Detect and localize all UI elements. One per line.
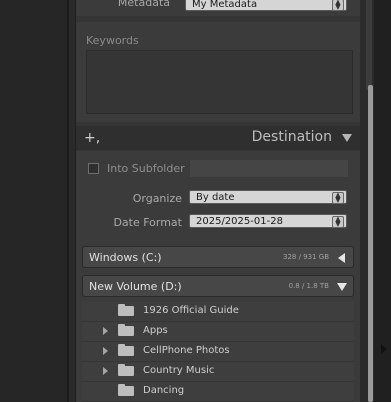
subfolder-name-input[interactable] (189, 159, 349, 178)
folder-row[interactable]: Apps (82, 321, 354, 342)
folder-tree: 1926 Official Guide Apps CellPhone Photo… (82, 301, 354, 402)
folder-name: Dancing (143, 385, 185, 396)
select-arrows-icon: ▲ ▼ (332, 192, 344, 204)
gutter-edge (67, 0, 69, 402)
collapse-triangle-icon[interactable] (337, 283, 347, 291)
right-panel-gutter (371, 0, 391, 402)
panel-collapse-arrow-icon[interactable] (381, 344, 387, 354)
volume-size: 0.8 / 1.8 TB (288, 282, 329, 290)
folder-name: 1926 Official Guide (143, 305, 239, 316)
metadata-preset-select[interactable]: My Metadata ▲ ▼ (185, 0, 347, 11)
folder-row[interactable]: Dancing (82, 381, 354, 402)
into-subfolder-checkbox[interactable] (88, 163, 99, 174)
volume-name: New Volume (D:) (89, 280, 182, 293)
folder-row[interactable]: 1926 Official Guide (82, 301, 354, 322)
keywords-input[interactable] (86, 50, 353, 114)
folder-icon (118, 344, 134, 356)
scrollbar-upper-track (366, 0, 372, 90)
select-arrows-icon: ▲ ▼ (332, 216, 344, 228)
folder-name: Country Music (143, 365, 215, 376)
select-arrows-icon: ▲ ▼ (332, 0, 344, 11)
volume-new-volume-d[interactable]: New Volume (D:) 0.8 / 1.8 TB (82, 275, 354, 297)
add-folder-icon[interactable]: +, (84, 130, 100, 146)
folder-row[interactable]: CellPhone Photos (82, 341, 354, 362)
folder-name: Apps (143, 325, 168, 336)
scrollbar-thumb[interactable] (368, 85, 373, 402)
organize-label: Organize (132, 192, 182, 205)
expand-arrow-icon[interactable] (103, 327, 108, 335)
keywords-section: Keywords (76, 22, 360, 122)
expand-arrow-icon[interactable] (103, 367, 108, 375)
collapse-triangle-icon[interactable] (342, 134, 352, 142)
volume-windows-c[interactable]: Windows (C:) 328 / 931 GB (82, 246, 354, 268)
folder-icon (118, 384, 134, 396)
folder-icon (118, 304, 134, 316)
metadata-label: Metadata (117, 0, 170, 9)
folder-row[interactable]: Country Music (82, 361, 354, 382)
volume-size: 328 / 931 GB (283, 253, 329, 261)
left-panel-gutter (0, 0, 69, 402)
organize-value: By date (196, 192, 235, 203)
expand-arrow-icon[interactable] (103, 347, 108, 355)
keywords-label: Keywords (86, 34, 139, 47)
destination-header[interactable]: +, Destination (76, 126, 360, 150)
folder-icon (118, 324, 134, 336)
metadata-preset-value: My Metadata (192, 0, 258, 10)
folder-icon (118, 364, 134, 376)
organize-select[interactable]: By date ▲ ▼ (189, 190, 347, 204)
date-format-select[interactable]: 2025/2025-01-28 ▲ ▼ (189, 214, 347, 228)
metadata-section: Metadata My Metadata ▲ ▼ (76, 0, 360, 16)
date-format-label: Date Format (113, 216, 182, 229)
folder-name: CellPhone Photos (143, 345, 230, 356)
date-format-value: 2025/2025-01-28 (196, 216, 283, 227)
into-subfolder-label: Into Subfolder (107, 162, 185, 175)
destination-body: Into Subfolder Organize By date ▲ ▼ Date … (76, 151, 360, 402)
expand-triangle-icon[interactable] (338, 253, 345, 263)
volume-name: Windows (C:) (89, 251, 162, 264)
destination-title: Destination (251, 129, 332, 145)
